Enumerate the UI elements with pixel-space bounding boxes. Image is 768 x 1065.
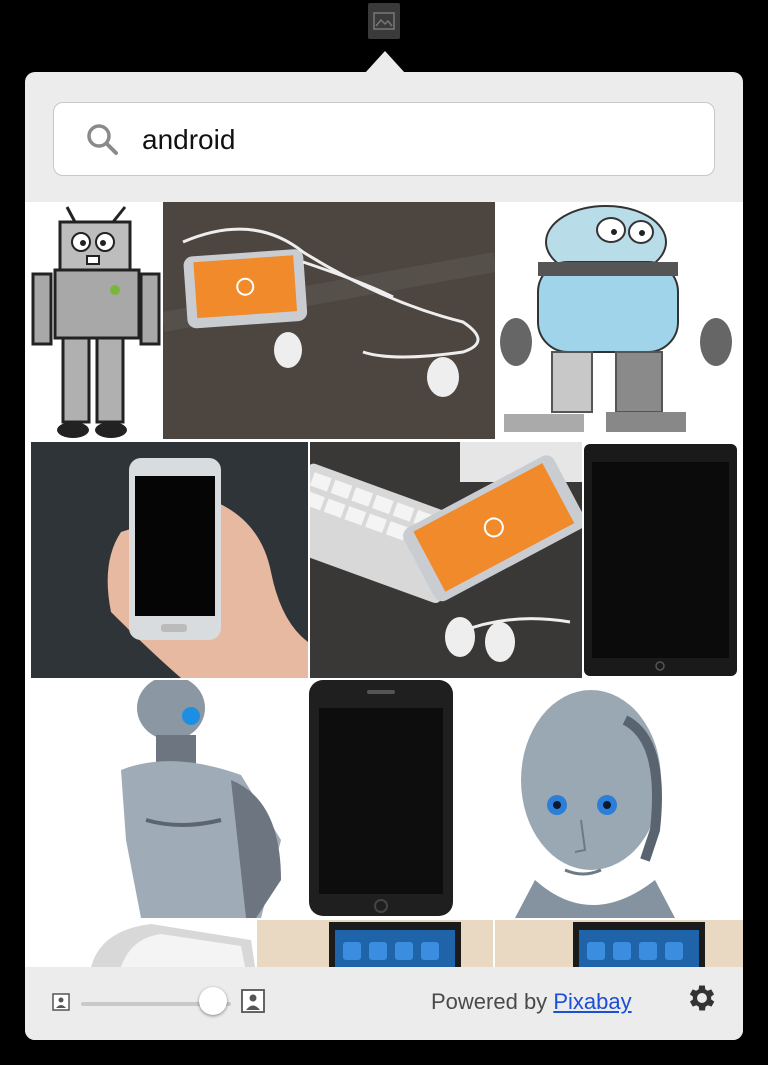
image-tile[interactable] (163, 202, 495, 439)
menubar-image-picker-icon[interactable] (368, 3, 400, 39)
popover-arrow (365, 51, 405, 73)
image-tile[interactable] (495, 680, 743, 918)
image-grid[interactable] (25, 202, 743, 967)
search-input[interactable] (140, 103, 698, 177)
large-image-icon (241, 989, 265, 1013)
small-image-icon (52, 993, 70, 1011)
image-tile[interactable] (307, 680, 455, 918)
image-tile[interactable] (310, 442, 582, 678)
image-tile[interactable] (31, 680, 304, 918)
footer-bar: Powered by Pixabay (25, 967, 743, 1040)
tablet-app-icons-1-image (329, 922, 461, 967)
image-tile[interactable] (25, 202, 162, 439)
silver-cyborg-torso-image (121, 680, 281, 918)
silver-android-head-image (515, 690, 675, 918)
image-picker-popover: Powered by Pixabay (25, 72, 743, 1040)
image-tile[interactable] (31, 442, 308, 678)
pixabay-link[interactable]: Pixabay (553, 989, 631, 1014)
powered-by-text: Powered by Pixabay (431, 989, 632, 1015)
gear-icon[interactable] (685, 981, 719, 1015)
slider-thumb[interactable] (199, 987, 227, 1015)
search-icon (87, 124, 118, 155)
powered-by-label: Powered by (431, 989, 548, 1014)
image-tile[interactable] (31, 920, 255, 967)
phone-keyboard-earphones-image (310, 442, 582, 678)
image-tile[interactable] (584, 444, 737, 676)
image-tile[interactable] (495, 920, 743, 967)
hand-holding-smartphone-image (31, 442, 308, 678)
cartoon-robot-blue-image (500, 205, 732, 432)
white-phone-partial-image (91, 924, 255, 967)
image-tile[interactable] (257, 920, 493, 967)
search-box[interactable] (53, 102, 715, 177)
smartphone-with-earphones-image (163, 202, 495, 439)
black-smartphone-image (309, 680, 453, 916)
tablet-app-icons-2-image (573, 922, 705, 967)
image-tile[interactable] (496, 202, 743, 439)
black-tablet-image (584, 444, 737, 676)
image-picker-icon (373, 12, 395, 30)
cartoon-robot-gray-image (31, 206, 161, 438)
